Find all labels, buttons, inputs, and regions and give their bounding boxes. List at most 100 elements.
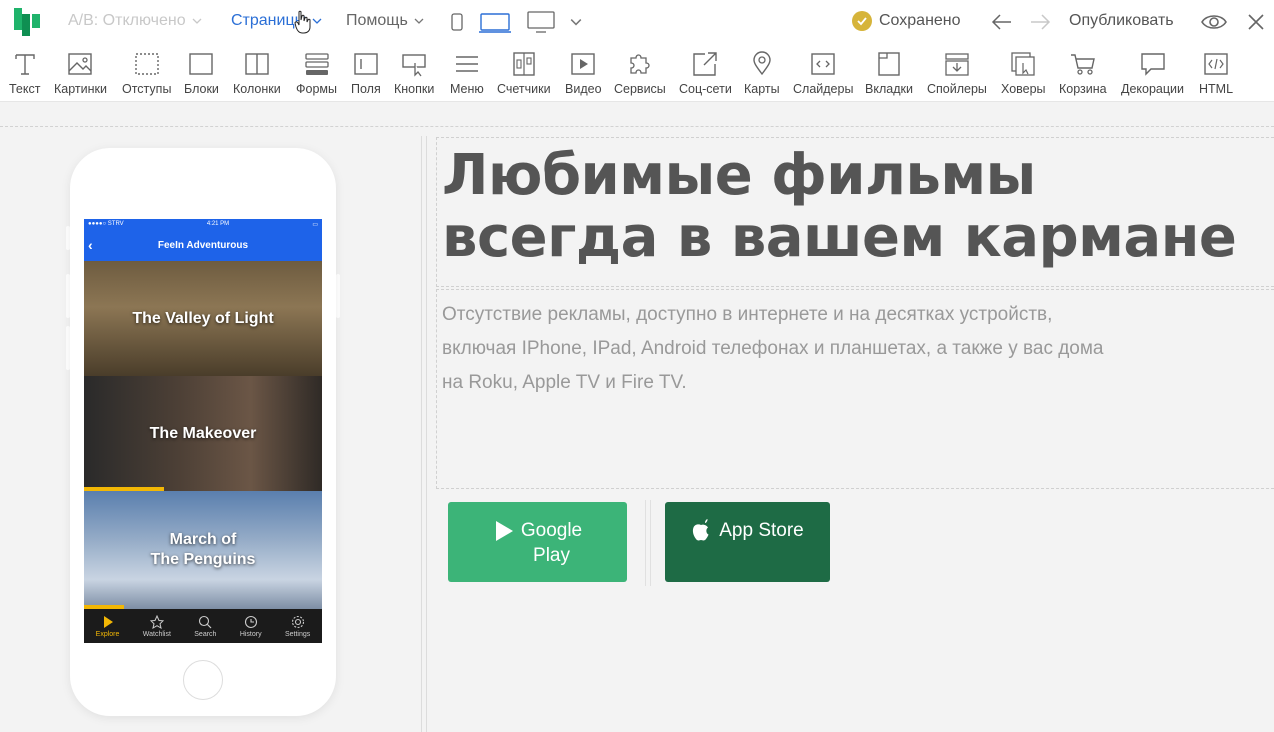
logo-icon[interactable] [14,8,46,36]
padding-icon [135,53,159,75]
movie-card: March of The Penguins [84,491,322,609]
tabs-icon [878,52,900,76]
fields-icon [354,53,378,75]
phone-tab-label: Settings [284,630,311,638]
close-icon[interactable] [1246,11,1266,33]
tool-forms[interactable]: Формы [296,50,337,96]
tool-cart[interactable]: Корзина [1059,50,1107,96]
tool-video[interactable]: Видео [565,50,602,96]
block-icon [189,53,214,75]
phone-tab-bar: Explore Watchlist Search History Setting… [84,609,322,643]
tool-columns[interactable]: Колонки [233,50,281,96]
google-play-button[interactable]: Google Play [448,502,627,582]
forms-icon [304,53,329,75]
code-icon [1204,53,1228,75]
tool-images-label: Картинки [54,82,107,96]
menu-icon [455,56,478,72]
movie-card: The Makeover [84,376,322,491]
phone-tab-label: History [239,630,262,638]
tool-buttons[interactable]: Кнопки [394,50,434,96]
phone-nav-title: FeeIn Adventurous [157,239,249,251]
tool-services-label: Сервисы [614,82,666,96]
gear-icon [291,615,304,628]
tool-hovers-label: Ховеры [1001,82,1046,96]
redo-arrow-icon[interactable] [1028,10,1052,34]
phone-tab-watchlist: Watchlist [142,614,171,638]
phone-status-bar: ●●●●○ STRV 4:21 PM ▭ [84,219,322,229]
tool-sliders[interactable]: Слайдеры [793,50,853,96]
chevron-down-icon[interactable] [570,16,582,28]
ab-test-toggle[interactable]: A/B: Отключено [68,12,202,30]
columns-icon [245,53,269,75]
publish-button[interactable]: Опубликовать [1069,12,1174,30]
tablet-view-icon[interactable] [478,10,512,34]
counter-icon [513,52,535,76]
help-menu[interactable]: Помощь [346,12,424,30]
button-divider [645,500,651,586]
tool-decorations[interactable]: Декорации [1121,50,1184,96]
play-icon [495,521,513,541]
tool-maps[interactable]: Карты [744,50,780,96]
tool-cart-label: Корзина [1059,82,1107,96]
movie-card: The Valley of Light [84,261,322,376]
search-icon [199,615,212,628]
column-divider[interactable] [421,136,427,732]
app-store-label: App Store [719,520,804,541]
phone-nav-bar: ‹ FeeIn Adventurous [84,229,322,261]
tool-social[interactable]: Соц-сети [679,50,732,96]
clock-icon [244,615,257,628]
undo-arrow-icon[interactable] [990,10,1014,34]
chevron-down-icon [192,18,202,24]
tool-padding[interactable]: Отступы [122,50,171,96]
mobile-view-icon[interactable] [450,10,464,34]
tool-tabs-label: Вкладки [865,82,913,96]
help-label: Помощь [346,12,408,29]
tool-html[interactable]: HTML [1199,50,1233,96]
tool-columns-label: Колонки [233,82,281,96]
section-divider [0,126,1274,127]
tool-tabs[interactable]: Вкладки [865,50,913,96]
saved-status: Сохранено [852,11,961,31]
movie-title: The Makeover [149,424,257,442]
phone-tab-label: Watchlist [142,630,171,638]
tool-hovers[interactable]: Ховеры [1001,50,1046,96]
tool-spoilers[interactable]: Спойлеры [927,50,987,96]
desktop-view-icon[interactable] [526,10,556,34]
tool-blocks[interactable]: Блоки [184,50,219,96]
tool-menu[interactable]: Меню [450,50,484,96]
tool-images[interactable]: Картинки [54,50,107,96]
google-play-label-line: Play [533,545,570,566]
map-pin-icon [753,51,771,76]
tool-sliders-label: Слайдеры [793,82,854,96]
tool-maps-label: Карты [744,82,780,96]
share-icon [693,52,718,76]
tool-fields[interactable]: Поля [351,50,381,96]
preview-eye-icon[interactable] [1200,11,1228,33]
page-headline[interactable]: Любимые фильмы всегда в вашем кармане [442,145,1262,269]
tool-services[interactable]: Сервисы [614,50,666,96]
cart-icon [1070,54,1095,75]
saved-label: Сохранено [879,12,961,29]
top-bar: A/B: Отключено Страницы Помощь Сохранено… [0,0,1274,44]
tool-buttons-label: Кнопки [394,82,435,96]
app-store-button[interactable]: App Store [665,502,830,582]
tool-social-label: Соц-сети [679,82,732,96]
star-icon [149,614,164,629]
apple-icon [693,519,709,541]
tool-counters[interactable]: Счетчики [497,50,551,96]
battery-icon: ▭ [312,221,318,228]
hover-icon [1011,52,1035,76]
tool-spoilers-label: Спойлеры [927,82,987,96]
google-play-label-line: Google [520,520,583,541]
movie-title: March of The Penguins [151,530,256,570]
play-icon [103,615,113,628]
phone-tab-explore: Explore [96,615,119,638]
tool-text[interactable]: Текст [9,50,40,96]
cursor-hand-icon [294,10,311,34]
buttons-icon [402,54,426,77]
description-text[interactable]: Отсутствие рекламы, доступно в интернете… [442,298,1122,400]
phone-home-button [183,660,223,700]
tool-decorations-label: Декорации [1121,82,1185,96]
phone-screen: ●●●●○ STRV 4:21 PM ▭ ‹ FeeIn Adventurous… [84,219,322,643]
phone-tab-settings: Settings [285,615,310,638]
